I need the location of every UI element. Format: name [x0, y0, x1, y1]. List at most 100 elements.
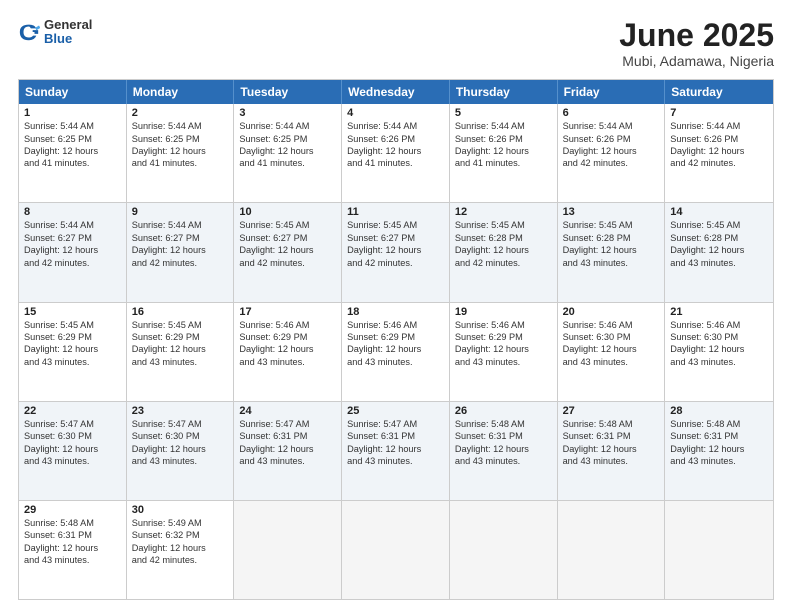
cell-line: Sunset: 6:26 PM — [563, 133, 660, 145]
cell-line: Sunrise: 5:46 AM — [670, 319, 768, 331]
logo-general: General — [44, 18, 92, 32]
cell-line: Sunset: 6:31 PM — [670, 430, 768, 442]
cell-line: Sunset: 6:28 PM — [670, 232, 768, 244]
cell-line: Daylight: 12 hours — [24, 443, 121, 455]
cell-line: Daylight: 12 hours — [239, 145, 336, 157]
cell-line: and 42 minutes. — [24, 257, 121, 269]
cell-line: Sunset: 6:31 PM — [24, 529, 121, 541]
cell-line: Daylight: 12 hours — [563, 244, 660, 256]
cell-line: and 43 minutes. — [455, 455, 552, 467]
day-number: 25 — [347, 405, 444, 417]
page-header: General Blue June 2025 Mubi, Adamawa, Ni… — [18, 18, 774, 69]
cell-line: Sunrise: 5:47 AM — [347, 418, 444, 430]
cell-line: Daylight: 12 hours — [24, 343, 121, 355]
cell-line: Sunrise: 5:44 AM — [670, 120, 768, 132]
cell-line: Sunset: 6:29 PM — [455, 331, 552, 343]
cell-line: Sunset: 6:30 PM — [132, 430, 229, 442]
cell-line: Sunset: 6:28 PM — [563, 232, 660, 244]
cell-line: Sunset: 6:31 PM — [239, 430, 336, 442]
calendar-cell: 8Sunrise: 5:44 AMSunset: 6:27 PMDaylight… — [19, 203, 127, 301]
logo: General Blue — [18, 18, 92, 47]
cell-line: and 43 minutes. — [24, 455, 121, 467]
cell-line: Sunrise: 5:49 AM — [132, 517, 229, 529]
cell-line: Daylight: 12 hours — [132, 343, 229, 355]
title-block: June 2025 Mubi, Adamawa, Nigeria — [619, 18, 774, 69]
cell-line: and 42 minutes. — [347, 257, 444, 269]
day-number: 28 — [670, 405, 768, 417]
cell-line: Sunset: 6:30 PM — [24, 430, 121, 442]
cell-line: Sunset: 6:30 PM — [563, 331, 660, 343]
calendar-cell: 17Sunrise: 5:46 AMSunset: 6:29 PMDayligh… — [234, 303, 342, 401]
calendar-cell — [558, 501, 666, 599]
page-subtitle: Mubi, Adamawa, Nigeria — [619, 53, 774, 69]
calendar-cell: 16Sunrise: 5:45 AMSunset: 6:29 PMDayligh… — [127, 303, 235, 401]
cell-line: Daylight: 12 hours — [563, 145, 660, 157]
cell-line: Sunrise: 5:46 AM — [239, 319, 336, 331]
cell-line: Sunrise: 5:45 AM — [670, 219, 768, 231]
cell-line: Daylight: 12 hours — [455, 343, 552, 355]
calendar-cell: 9Sunrise: 5:44 AMSunset: 6:27 PMDaylight… — [127, 203, 235, 301]
cell-line: Sunrise: 5:46 AM — [455, 319, 552, 331]
calendar-cell: 1Sunrise: 5:44 AMSunset: 6:25 PMDaylight… — [19, 104, 127, 202]
day-number: 11 — [347, 206, 444, 218]
cell-line: and 42 minutes. — [239, 257, 336, 269]
logo-blue: Blue — [44, 32, 92, 46]
cell-line: Sunset: 6:29 PM — [347, 331, 444, 343]
cell-line: and 43 minutes. — [563, 257, 660, 269]
cell-line: and 43 minutes. — [347, 455, 444, 467]
cell-line: Sunrise: 5:44 AM — [132, 120, 229, 132]
day-number: 30 — [132, 504, 229, 516]
calendar-cell: 21Sunrise: 5:46 AMSunset: 6:30 PMDayligh… — [665, 303, 773, 401]
cell-line: and 43 minutes. — [670, 257, 768, 269]
cell-line: Sunrise: 5:47 AM — [239, 418, 336, 430]
cell-line: Sunrise: 5:48 AM — [670, 418, 768, 430]
day-number: 26 — [455, 405, 552, 417]
cell-line: and 42 minutes. — [455, 257, 552, 269]
cell-line: and 43 minutes. — [563, 455, 660, 467]
calendar-week: 8Sunrise: 5:44 AMSunset: 6:27 PM Daylight… — [19, 202, 773, 301]
cell-line: Sunset: 6:25 PM — [24, 133, 121, 145]
weekday-header: Thursday — [450, 80, 558, 104]
day-number: 19 — [455, 306, 552, 318]
cell-line: Sunrise: 5:47 AM — [24, 418, 121, 430]
cell-line: Daylight: 12 hours — [670, 343, 768, 355]
day-number: 14 — [670, 206, 768, 218]
cell-line: Sunset: 6:31 PM — [455, 430, 552, 442]
cell-line: Daylight: 12 hours — [455, 244, 552, 256]
day-number: 18 — [347, 306, 444, 318]
cell-line: Sunrise: 5:45 AM — [347, 219, 444, 231]
cell-line: Daylight: 12 hours — [132, 244, 229, 256]
cell-line: Sunrise: 5:46 AM — [563, 319, 660, 331]
calendar-cell — [234, 501, 342, 599]
cell-line: Sunrise: 5:44 AM — [347, 120, 444, 132]
cell-line: and 43 minutes. — [347, 356, 444, 368]
cell-line: Sunset: 6:32 PM — [132, 529, 229, 541]
page-title: June 2025 — [619, 18, 774, 53]
day-number: 12 — [455, 206, 552, 218]
day-number: 8 — [24, 206, 121, 218]
cell-line: Daylight: 12 hours — [455, 145, 552, 157]
calendar-cell — [665, 501, 773, 599]
cell-line: Sunrise: 5:44 AM — [455, 120, 552, 132]
cell-line: Daylight: 12 hours — [132, 443, 229, 455]
calendar-cell: 12Sunrise: 5:45 AMSunset: 6:28 PMDayligh… — [450, 203, 558, 301]
calendar-cell: 23Sunrise: 5:47 AMSunset: 6:30 PMDayligh… — [127, 402, 235, 500]
cell-line: Sunrise: 5:47 AM — [132, 418, 229, 430]
cell-line: Sunrise: 5:48 AM — [455, 418, 552, 430]
cell-line: Sunrise: 5:44 AM — [24, 219, 121, 231]
day-number: 29 — [24, 504, 121, 516]
cell-line: and 43 minutes. — [563, 356, 660, 368]
cell-line: Daylight: 12 hours — [239, 244, 336, 256]
cell-line: Sunset: 6:27 PM — [24, 232, 121, 244]
cell-line: and 43 minutes. — [239, 455, 336, 467]
cell-line: and 42 minutes. — [132, 257, 229, 269]
day-number: 13 — [563, 206, 660, 218]
calendar-week: 22Sunrise: 5:47 AMSunset: 6:30 PMDayligh… — [19, 401, 773, 500]
day-number: 20 — [563, 306, 660, 318]
calendar-cell: 13Sunrise: 5:45 AMSunset: 6:28 PMDayligh… — [558, 203, 666, 301]
cell-line: and 42 minutes. — [132, 554, 229, 566]
cell-line: Sunset: 6:29 PM — [24, 331, 121, 343]
day-number: 4 — [347, 107, 444, 119]
calendar-cell: 10Sunrise: 5:45 AMSunset: 6:27 PMDayligh… — [234, 203, 342, 301]
day-number: 21 — [670, 306, 768, 318]
